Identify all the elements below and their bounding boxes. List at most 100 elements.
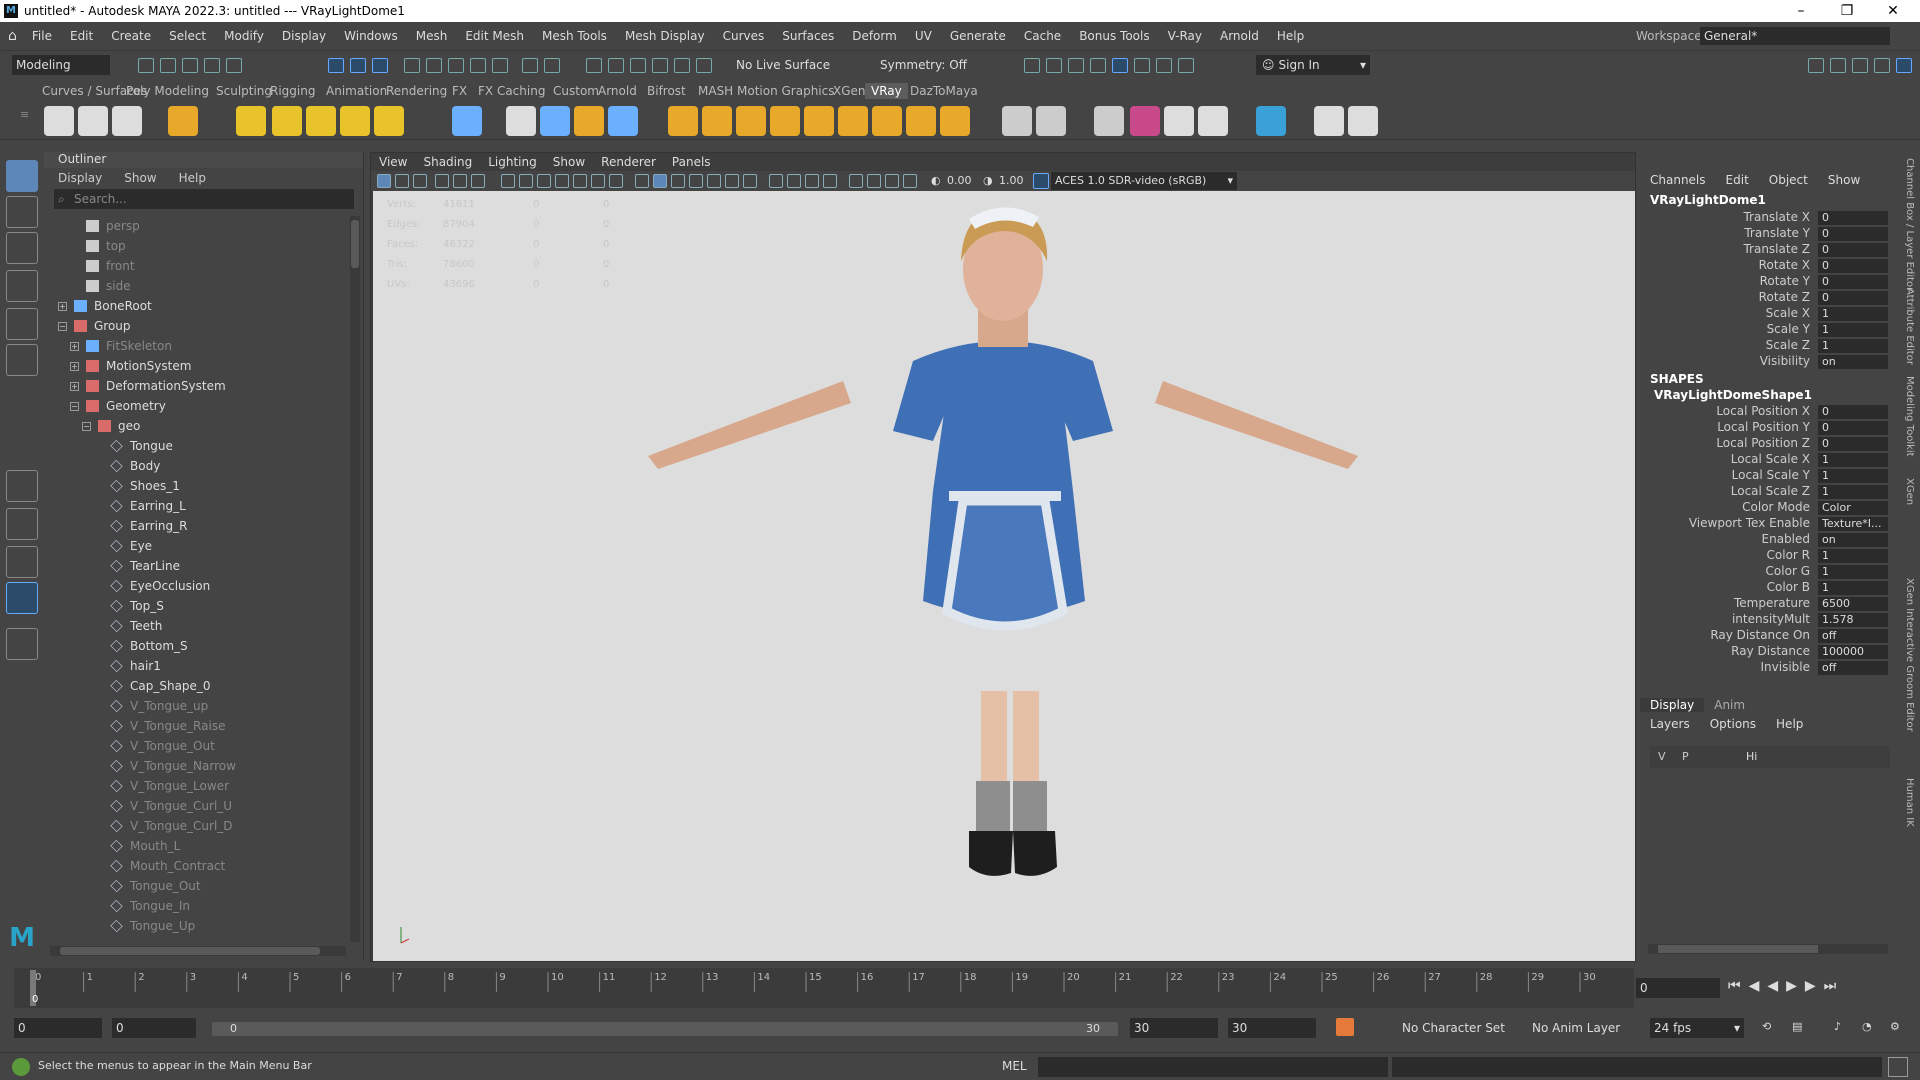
outliner-item[interactable]: − Group xyxy=(44,316,350,336)
outliner-item[interactable]: V_Tongue_Curl_D xyxy=(44,816,350,836)
outliner-item[interactable]: TearLine xyxy=(44,556,350,576)
lasso-tool-icon[interactable] xyxy=(6,196,38,228)
outliner-item[interactable]: Mouth_L xyxy=(44,836,350,856)
channel-row[interactable]: Enabled on xyxy=(1640,532,1900,548)
vray-lister-icon[interactable] xyxy=(1036,106,1066,136)
channel-row[interactable]: Local Position Y 0 xyxy=(1640,420,1900,436)
maximize-button[interactable]: ❐ xyxy=(1824,0,1870,22)
outliner-item[interactable]: V_Tongue_up xyxy=(44,696,350,716)
channel-value-field[interactable]: 1 xyxy=(1818,307,1888,321)
layer-tab-display[interactable]: Display xyxy=(1640,698,1705,712)
vray-plane-icon[interactable] xyxy=(452,106,482,136)
cache-icon[interactable]: ▤ xyxy=(1792,1020,1802,1033)
outliner-menu-show[interactable]: Show xyxy=(110,171,164,185)
channel-row[interactable]: Invisible off xyxy=(1640,660,1900,676)
new-scene-icon[interactable] xyxy=(138,58,154,73)
menu-modify[interactable]: Modify xyxy=(215,22,273,50)
vray-scene-icon[interactable] xyxy=(574,106,604,136)
four-view-layout-icon[interactable] xyxy=(6,508,38,540)
channel-row[interactable]: Temperature 6500 xyxy=(1640,596,1900,612)
color-management-icon[interactable] xyxy=(1033,173,1049,189)
vray-light-mesh-icon[interactable] xyxy=(340,106,370,136)
vray-fur-shelf-icon[interactable] xyxy=(736,106,766,136)
animation-start-field[interactable]: 0 xyxy=(14,1018,102,1038)
default-material-icon[interactable] xyxy=(671,174,685,188)
symmetry-label[interactable]: Symmetry: Off xyxy=(880,58,967,72)
select-camera-icon[interactable] xyxy=(377,174,391,188)
channel-value-field[interactable]: 1 xyxy=(1818,581,1888,595)
viewport-menu-panels[interactable]: Panels xyxy=(664,153,719,171)
3d-viewport[interactable]: Verts: 41611 0 0 Edges: 87904 0 0 Faces: 46322 0 0 T… xyxy=(373,191,1635,961)
snap-view-icon[interactable] xyxy=(470,58,486,73)
save-scene-icon[interactable] xyxy=(182,58,198,73)
channel-value-field[interactable]: 100000 xyxy=(1818,645,1888,659)
select-object-icon[interactable] xyxy=(350,58,366,73)
select-by-name-icon[interactable] xyxy=(544,58,560,73)
render-settings-icon[interactable] xyxy=(674,58,690,73)
vray-color-icon[interactable] xyxy=(1130,106,1160,136)
channel-value-field[interactable]: on xyxy=(1818,533,1888,547)
expand-icon[interactable]: + xyxy=(70,382,79,391)
channel-value-field[interactable]: 1 xyxy=(1818,453,1888,467)
vray-light-ies-icon[interactable] xyxy=(306,106,336,136)
menu-edit[interactable]: Edit xyxy=(61,22,102,50)
menu-arnold[interactable]: Arnold xyxy=(1211,22,1268,50)
channel-row[interactable]: Rotate X 0 xyxy=(1640,258,1900,274)
select-component-icon[interactable] xyxy=(372,58,388,73)
attribute-editor-icon[interactable] xyxy=(1830,58,1846,73)
snap-surface-icon[interactable] xyxy=(492,58,508,73)
live-surface-label[interactable]: No Live Surface xyxy=(736,58,830,72)
channel-row[interactable]: Translate Z 0 xyxy=(1640,242,1900,258)
shelf-tab-rendering[interactable]: Rendering xyxy=(380,83,453,99)
command-input[interactable] xyxy=(1038,1057,1388,1077)
menu-create[interactable]: Create xyxy=(102,22,160,50)
vray-frame-buffer-icon[interactable] xyxy=(1256,106,1286,136)
channel-row[interactable]: Scale X 1 xyxy=(1640,306,1900,322)
channel-value-field[interactable]: 0 xyxy=(1818,437,1888,451)
outliner-menu-display[interactable]: Display xyxy=(44,171,110,185)
gate-mask-icon[interactable] xyxy=(555,174,569,188)
gamma-value[interactable]: 1.00 xyxy=(999,174,1024,187)
vray-sun-icon[interactable] xyxy=(374,106,404,136)
channel-row[interactable]: Translate Y 0 xyxy=(1640,226,1900,242)
menu-uv[interactable]: UV xyxy=(906,22,941,50)
outliner-item[interactable]: Teeth xyxy=(44,616,350,636)
outliner-item[interactable]: + MotionSystem xyxy=(44,356,350,376)
outliner-layout-icon[interactable] xyxy=(6,582,38,614)
undo-icon[interactable] xyxy=(204,58,220,73)
side-tab[interactable]: Modeling Toolkit xyxy=(1904,376,1915,457)
side-tab[interactable]: Attribute Editor xyxy=(1904,288,1915,365)
snap-curve-icon[interactable] xyxy=(426,58,442,73)
depth-of-field-icon[interactable] xyxy=(823,174,837,188)
visibility-toggle[interactable]: V xyxy=(1658,750,1666,763)
vray-render-shelf-icon[interactable] xyxy=(44,106,74,136)
shelf-tab-bifrost[interactable]: Bifrost xyxy=(641,83,692,99)
snap-grid-icon[interactable] xyxy=(404,58,420,73)
channel-row[interactable]: Color Mode Color xyxy=(1640,500,1900,516)
fps-select[interactable]: 24 fps ▾ xyxy=(1650,1018,1744,1038)
vray-proxy-export-icon[interactable] xyxy=(540,106,570,136)
menu-windows[interactable]: Windows xyxy=(335,22,407,50)
safe-action-icon[interactable] xyxy=(591,174,605,188)
vray-fb-icon[interactable] xyxy=(1156,58,1172,73)
xray-components-icon[interactable] xyxy=(903,174,917,188)
home-icon[interactable]: ⌂ xyxy=(8,28,17,44)
outliner-item[interactable]: V_Tongue_Raise xyxy=(44,716,350,736)
select-tool-icon[interactable] xyxy=(6,160,38,192)
vray-hair-mtl-icon[interactable] xyxy=(702,106,732,136)
collapse-icon[interactable]: − xyxy=(70,402,79,411)
channel-row[interactable]: Ray Distance 100000 xyxy=(1640,644,1900,660)
vray-grid-icon[interactable] xyxy=(804,106,834,136)
vray-clipper-icon[interactable] xyxy=(906,106,936,136)
vray-light-dome-icon[interactable] xyxy=(272,106,302,136)
outliner-item[interactable]: Tongue_Up xyxy=(44,916,350,936)
expand-icon[interactable]: + xyxy=(70,362,79,371)
shelf-tab-fx-caching[interactable]: FX Caching xyxy=(472,83,551,99)
vray-proxy-icon[interactable] xyxy=(506,106,536,136)
xray-icon[interactable] xyxy=(867,174,881,188)
channel-row[interactable]: Color R 1 xyxy=(1640,548,1900,564)
vray-material-presets-icon[interactable] xyxy=(1002,106,1032,136)
channel-value-field[interactable]: 6500 xyxy=(1818,597,1888,611)
collapse-icon[interactable]: − xyxy=(58,322,67,331)
outliner-item[interactable]: Tongue xyxy=(44,436,350,456)
